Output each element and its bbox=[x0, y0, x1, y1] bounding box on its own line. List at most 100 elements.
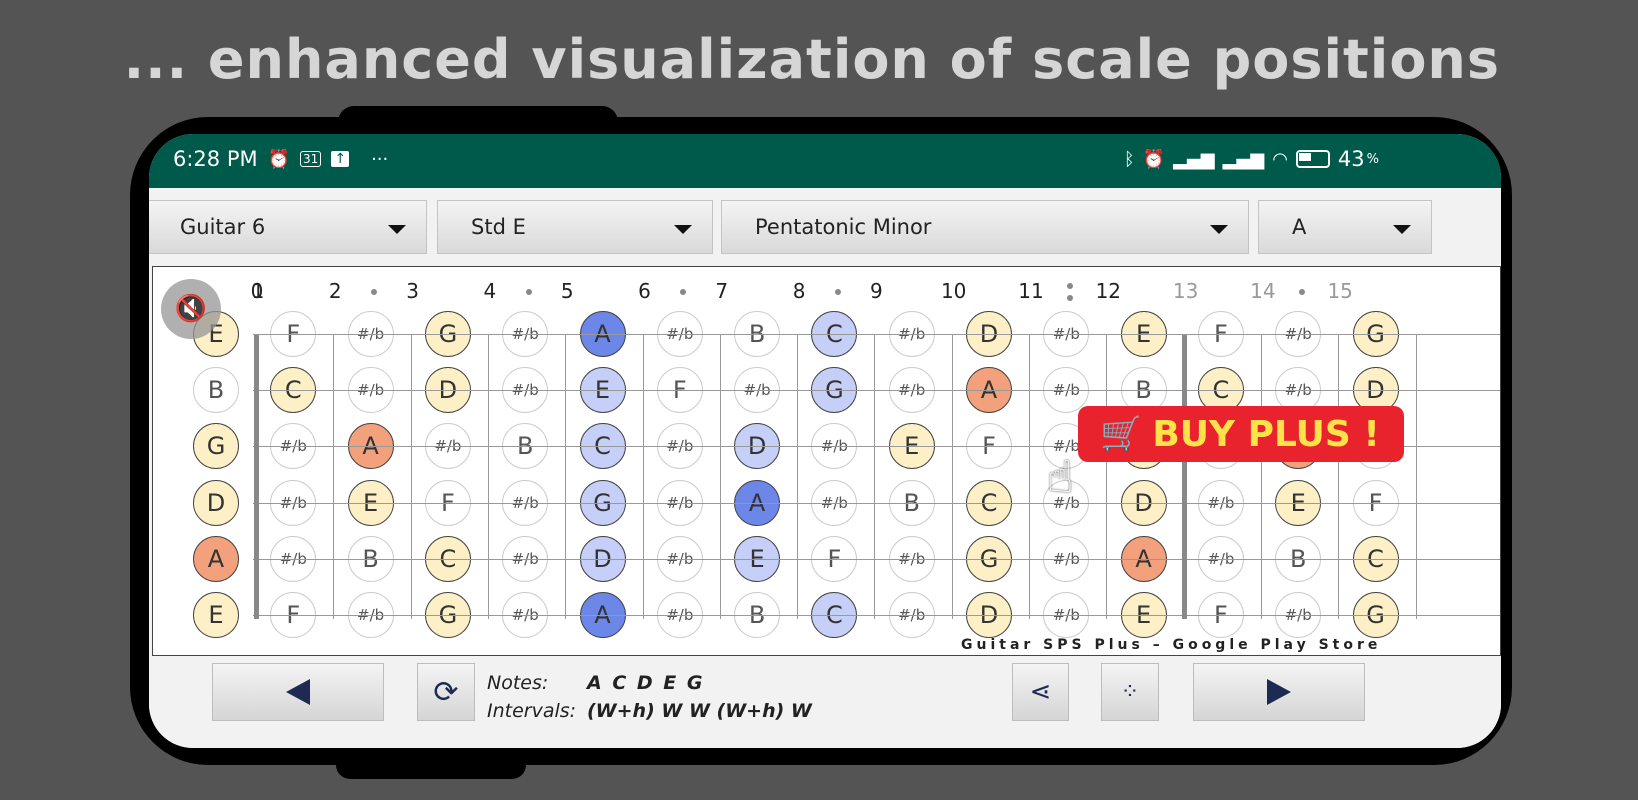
alarm-icon: ⏰ bbox=[1142, 148, 1166, 170]
notes-label: Notes: bbox=[487, 672, 549, 694]
fret-line bbox=[1338, 335, 1340, 619]
toolbar: Guitar 6 Std E Pentatonic Minor A bbox=[149, 188, 1501, 262]
chevron-down-icon bbox=[674, 225, 692, 234]
speaker-muted-icon: 🔇 bbox=[174, 294, 208, 324]
fret-line bbox=[565, 335, 567, 619]
share-icon: ⋖ bbox=[1029, 677, 1052, 707]
triangle-left-icon bbox=[286, 679, 310, 705]
calendar-icon: 31 bbox=[300, 151, 322, 167]
more-icon: ··· bbox=[371, 148, 389, 170]
phone-frame-bottom bbox=[336, 745, 526, 779]
guitar-string bbox=[253, 558, 1500, 560]
next-position-button[interactable] bbox=[1193, 663, 1365, 721]
guitar-string bbox=[253, 334, 1500, 335]
battery-percent: 43 bbox=[1337, 147, 1365, 171]
inlay-dot bbox=[680, 289, 687, 295]
fret-number: 1 bbox=[251, 279, 265, 303]
status-bar: 6:28 PM ⏰ 31 ↑ ··· ᛒ ⏰ ▂▄▆ ▂▄▆ ◠ 43% bbox=[149, 134, 1501, 188]
info-button[interactable]: ⟳ bbox=[417, 663, 475, 721]
fret-number: 8 bbox=[792, 279, 806, 303]
bottom-bar: ⟳ Notes: A C D E G Intervals: (W+h) W W … bbox=[149, 658, 1501, 748]
battery-icon bbox=[1295, 150, 1330, 168]
fret-number: 13 bbox=[1172, 279, 1199, 303]
fret-note[interactable]: E bbox=[193, 592, 239, 638]
inlay-dot bbox=[834, 289, 841, 295]
fret-line bbox=[874, 335, 876, 619]
instrument-value: Guitar 6 bbox=[180, 215, 266, 239]
chevron-down-icon bbox=[1393, 225, 1411, 234]
fret-number: 10 bbox=[940, 279, 967, 303]
inlay-dot bbox=[370, 289, 377, 295]
inlay-dot bbox=[1298, 289, 1305, 295]
fret-note[interactable]: B bbox=[193, 367, 239, 414]
fret-number: 12 bbox=[1095, 279, 1122, 303]
triangle-right-icon bbox=[1267, 679, 1291, 705]
fret-line bbox=[719, 335, 721, 619]
app-screen: 6:28 PM ⏰ 31 ↑ ··· ᛒ ⏰ ▂▄▆ ▂▄▆ ◠ 43% Gui… bbox=[149, 134, 1501, 748]
inlay-dot bbox=[525, 289, 532, 295]
buy-plus-label: BUY PLUS ! bbox=[1152, 413, 1380, 455]
intervals-value: (W+h) W W (W+h) W bbox=[587, 700, 812, 722]
fret-note[interactable]: D bbox=[193, 479, 239, 526]
bluetooth-icon: ᛒ bbox=[1123, 148, 1135, 170]
fret-number: 5 bbox=[560, 279, 574, 303]
inlay-dot bbox=[1066, 295, 1073, 301]
tuning-dropdown[interactable]: Std E bbox=[437, 200, 713, 254]
fret-line bbox=[1029, 335, 1030, 619]
fret-line bbox=[642, 335, 644, 619]
fret-number: 6 bbox=[638, 279, 651, 303]
share-button[interactable]: ⋖ bbox=[1012, 663, 1069, 721]
guitar-string bbox=[253, 502, 1500, 504]
scale-value: Pentatonic Minor bbox=[755, 215, 932, 239]
dots-pattern-button[interactable]: ⁘ bbox=[1101, 663, 1159, 721]
scale-dropdown[interactable]: Pentatonic Minor bbox=[721, 200, 1249, 254]
fret-number: 2 bbox=[328, 279, 342, 303]
alarm-icon: ⏰ bbox=[267, 148, 291, 170]
refresh-info-icon: ⟳ bbox=[433, 674, 459, 710]
battery-unit: % bbox=[1366, 151, 1379, 167]
fret-line bbox=[1106, 335, 1108, 619]
fret-number: 14 bbox=[1250, 279, 1276, 303]
fret-line bbox=[410, 335, 412, 619]
guitar-string bbox=[253, 615, 1500, 616]
wifi-icon: ◠ bbox=[1272, 148, 1288, 170]
intervals-label: Intervals: bbox=[487, 700, 577, 722]
fret-line bbox=[797, 335, 799, 619]
status-time: 6:28 PM bbox=[173, 147, 258, 171]
signal-icon: ▂▄▆ bbox=[1222, 148, 1265, 170]
fret-number: 15 bbox=[1327, 279, 1353, 303]
fret-line bbox=[1260, 335, 1262, 619]
inlay-dot bbox=[1066, 283, 1073, 289]
key-dropdown[interactable]: A bbox=[1258, 200, 1432, 254]
key-value: A bbox=[1292, 215, 1307, 239]
fret-line bbox=[1415, 335, 1417, 619]
fret-line bbox=[1181, 335, 1187, 619]
upload-icon: ↑ bbox=[331, 151, 350, 167]
pointing-hand-icon: ☝ bbox=[1047, 452, 1074, 503]
fret-line bbox=[333, 335, 335, 619]
fret-number: 3 bbox=[406, 279, 419, 303]
previous-position-button[interactable] bbox=[212, 663, 384, 721]
fret-line bbox=[487, 335, 489, 619]
notes-value: A C D E G bbox=[587, 672, 705, 694]
fret-number: 4 bbox=[483, 279, 497, 303]
guitar-string bbox=[253, 390, 1500, 392]
instrument-dropdown[interactable]: Guitar 6 bbox=[149, 200, 427, 254]
chevron-down-icon bbox=[388, 225, 406, 234]
fret-note[interactable]: A bbox=[193, 535, 239, 582]
fret-number: 9 bbox=[870, 279, 883, 303]
watermark: Guitar SPS Plus – Google Play Store bbox=[961, 637, 1382, 653]
fret-number: 11 bbox=[1018, 279, 1044, 303]
nut bbox=[254, 335, 259, 619]
tuning-value: Std E bbox=[471, 215, 526, 239]
fret-note[interactable]: G bbox=[193, 423, 239, 470]
fret-number: 7 bbox=[715, 279, 729, 303]
cart-icon: 🛒 bbox=[1100, 414, 1143, 454]
buy-plus-button[interactable]: 🛒 BUY PLUS ! bbox=[1078, 406, 1404, 462]
fret-line bbox=[951, 335, 953, 619]
chevron-down-icon bbox=[1210, 225, 1228, 234]
headline: ... enhanced visualization of scale posi… bbox=[123, 28, 1500, 91]
signal-icon: ▂▄▆ bbox=[1173, 148, 1215, 170]
dots-icon: ⁘ bbox=[1120, 679, 1140, 705]
mute-button[interactable]: 🔇 bbox=[161, 279, 221, 339]
